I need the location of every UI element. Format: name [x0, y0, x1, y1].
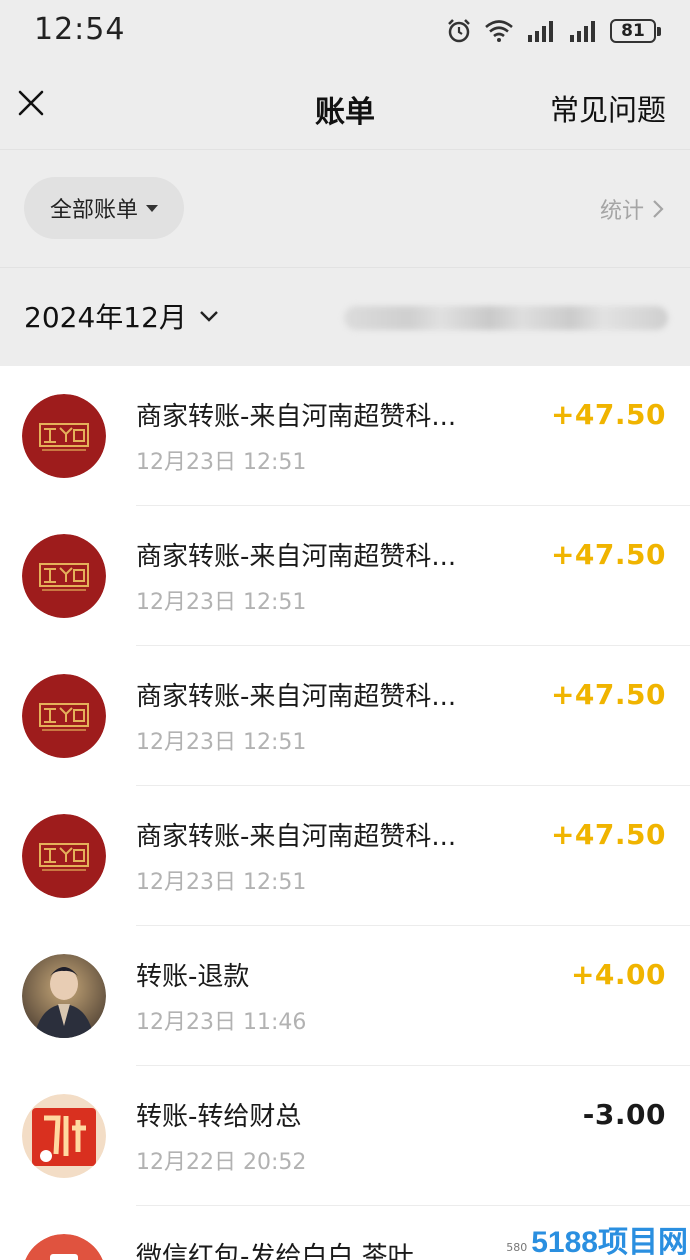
bill-time: 12月23日 12:51	[136, 590, 307, 615]
signal-icon	[526, 19, 556, 43]
status-time: 12:54	[34, 12, 126, 47]
bill-amount: +47.50	[550, 818, 666, 851]
bill-time: 12月23日 12:51	[136, 730, 307, 755]
bill-amount: +47.50	[550, 538, 666, 571]
bill-amount: +47.50	[550, 398, 666, 431]
statistics-label: 统计	[599, 199, 644, 224]
bill-filter-label: 全部账单	[49, 198, 138, 223]
bill-title: 转账-退款	[136, 962, 250, 992]
bill-item[interactable]: 转账-转给财总 12月22日 20:52 -3.00	[0, 1066, 690, 1206]
status-bar: 12:54 81	[0, 0, 690, 62]
bill-title: 商家转账-来自河南超赞科...	[136, 542, 457, 572]
merchant-avatar	[22, 534, 106, 618]
bill-amount: +47.50	[550, 678, 666, 711]
caret-down-icon	[146, 204, 158, 212]
watermark-text: 5188项目网	[531, 1226, 688, 1259]
bill-filter-dropdown[interactable]: 全部账单	[24, 177, 184, 239]
merchant-avatar	[22, 814, 106, 898]
watermark: 580 5188项目网	[506, 1226, 688, 1260]
red-packet-avatar	[22, 1234, 106, 1260]
bill-time: 12月23日 11:46	[136, 1010, 307, 1035]
merchant-avatar	[22, 394, 106, 478]
bill-title: 商家转账-来自河南超赞科...	[136, 402, 457, 432]
faq-link[interactable]: 常见问题	[550, 87, 666, 129]
bill-item[interactable]: 商家转账-来自河南超赞科... 12月23日 12:51 +47.50	[0, 506, 690, 646]
bill-title: 转账-转给财总	[136, 1102, 302, 1132]
statistics-link[interactable]: 统计	[600, 193, 664, 225]
month-header: 2024年12月	[0, 268, 690, 366]
contact-avatar	[22, 1094, 106, 1178]
alarm-icon	[446, 18, 472, 44]
battery-icon: 81	[610, 19, 661, 43]
bill-item[interactable]: 商家转账-来自河南超赞科... 12月23日 12:51 +47.50	[0, 366, 690, 506]
nav-bar: 账单 常见问题	[0, 62, 690, 150]
watermark-small-text: 580	[506, 1241, 528, 1254]
month-label: 2024年12月	[24, 301, 187, 334]
chevron-right-icon	[653, 200, 664, 218]
bill-time: 12月23日 12:51	[136, 870, 307, 895]
bill-item[interactable]: 商家转账-来自河南超赞科... 12月23日 12:51 +47.50	[0, 646, 690, 786]
blurred-month-summary	[344, 306, 668, 330]
bill-amount: -3.00	[582, 1098, 666, 1131]
bill-item[interactable]: 转账-退款 12月23日 11:46 +4.00	[0, 926, 690, 1066]
filter-row: 全部账单 统计	[0, 151, 690, 268]
status-icons: 81	[446, 16, 661, 46]
bill-title: 商家转账-来自河南超赞科...	[136, 822, 457, 852]
signal-icon	[568, 19, 598, 43]
person-avatar	[22, 954, 106, 1038]
bill-title: 商家转账-来自河南超赞科...	[136, 682, 457, 712]
merchant-avatar	[22, 674, 106, 758]
month-selector[interactable]: 2024年12月	[24, 296, 219, 336]
bill-amount: +4.00	[570, 958, 666, 991]
bill-time: 12月23日 12:51	[136, 450, 307, 475]
wifi-icon	[484, 19, 514, 43]
bill-item[interactable]: 商家转账-来自河南超赞科... 12月23日 12:51 +47.50	[0, 786, 690, 926]
chevron-down-icon	[200, 311, 218, 322]
bill-list: 商家转账-来自河南超赞科... 12月23日 12:51 +47.50 商家转账…	[0, 366, 690, 1260]
bill-title: 微信红包-发给白白 茶叶	[136, 1242, 414, 1260]
bill-time: 12月22日 20:52	[136, 1150, 307, 1175]
